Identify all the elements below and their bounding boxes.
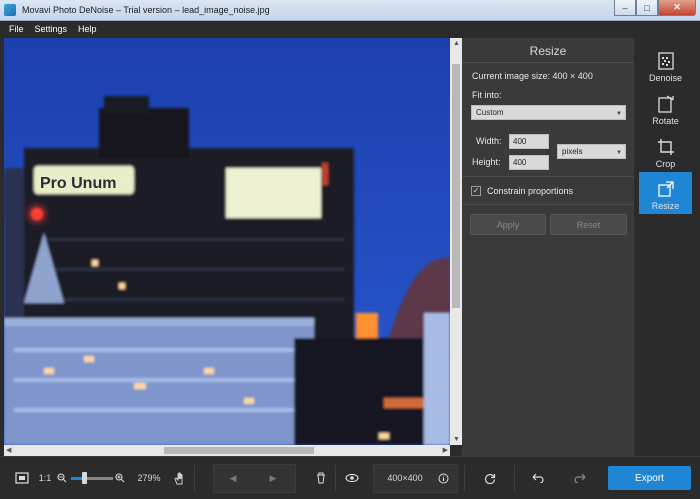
- window-title: Movavi Photo DeNoise – Trial version – l…: [22, 5, 270, 15]
- rotate-icon: [657, 95, 674, 113]
- sign-text: Pro Unum: [40, 175, 116, 192]
- refresh-icon[interactable]: [482, 470, 498, 486]
- current-size-label: Current image size: 400 × 400: [472, 71, 593, 81]
- scroll-down-icon[interactable]: ▼: [453, 436, 460, 443]
- toolbar-divider: [194, 465, 195, 492]
- tool-label: Crop: [655, 159, 676, 169]
- zoom-out-icon[interactable]: [56, 470, 68, 486]
- tool-label: Denoise: [648, 73, 683, 83]
- tool-resize[interactable]: Resize: [639, 172, 692, 214]
- chevron-down-icon: ▼: [616, 150, 622, 156]
- minimize-button[interactable]: –: [614, 0, 636, 16]
- units-select[interactable]: pixels ▼: [557, 144, 626, 159]
- redo-icon[interactable]: [572, 470, 588, 486]
- toolbar-divider: [464, 465, 465, 492]
- delete-icon[interactable]: [314, 470, 328, 486]
- reset-button[interactable]: Reset: [550, 214, 627, 235]
- denoise-icon: [657, 52, 674, 70]
- zoom-slider-thumb[interactable]: [81, 472, 87, 484]
- chevron-down-icon: ▼: [616, 111, 622, 117]
- tool-rotate[interactable]: Rotate: [639, 87, 692, 129]
- tool-label: Rotate: [652, 116, 679, 126]
- vertical-scroll-thumb[interactable]: [452, 64, 460, 308]
- menu-bar: File Settings Help: [0, 21, 700, 37]
- resize-icon: [657, 181, 674, 197]
- menu-settings[interactable]: Settings: [35, 24, 68, 34]
- info-icon[interactable]: [436, 470, 450, 486]
- toolbar-divider: [335, 465, 336, 492]
- panel-divider: [462, 204, 634, 205]
- undo-icon[interactable]: [530, 470, 546, 486]
- scroll-left-icon[interactable]: ◀: [6, 446, 11, 454]
- vertical-scrollbar[interactable]: ▲ ▼: [450, 38, 462, 445]
- tool-sidebar: Denoise Rotate Crop Resize: [634, 38, 700, 456]
- zoom-slider-track[interactable]: [71, 477, 113, 480]
- height-label: Height:: [472, 157, 501, 167]
- image-size-readout: 400×400: [387, 473, 423, 483]
- preview-eye-icon[interactable]: [342, 470, 362, 486]
- panel-divider: [462, 176, 634, 177]
- fit-into-value: Custom: [476, 108, 504, 117]
- photo-canvas: Pro Unum: [4, 38, 450, 445]
- width-label: Width:: [476, 136, 502, 146]
- fit-into-label: Fit into:: [472, 90, 502, 100]
- menu-help[interactable]: Help: [78, 24, 97, 34]
- hand-tool-icon[interactable]: [172, 470, 188, 486]
- app-icon: [4, 4, 16, 16]
- fit-into-select[interactable]: Custom ▼: [471, 105, 626, 120]
- next-image-icon[interactable]: ▶: [266, 470, 280, 486]
- tool-denoise[interactable]: Denoise: [639, 44, 692, 86]
- scroll-up-icon[interactable]: ▲: [453, 40, 460, 47]
- tool-crop[interactable]: Crop: [639, 130, 692, 172]
- crop-icon: [657, 139, 674, 155]
- panel-divider: [462, 62, 634, 63]
- zoom-actual-size-button[interactable]: 1:1: [36, 470, 54, 486]
- window-controls: – □ ✕: [614, 0, 696, 16]
- scroll-right-icon[interactable]: ▶: [443, 446, 448, 454]
- height-field[interactable]: 400: [509, 155, 549, 170]
- maximize-button[interactable]: □: [636, 0, 658, 16]
- resize-panel: Resize Current image size: 400 × 400 Fit…: [462, 38, 634, 456]
- constrain-label: Constrain proportions: [487, 186, 574, 196]
- horizontal-scrollbar[interactable]: ◀ ▶: [4, 445, 450, 456]
- fit-screen-icon: [15, 472, 29, 484]
- toolbar-divider: [514, 465, 515, 492]
- previous-image-icon[interactable]: ◀: [226, 470, 240, 486]
- horizontal-scroll-thumb[interactable]: [164, 447, 314, 454]
- menu-file[interactable]: File: [9, 24, 24, 34]
- title-bar: Movavi Photo DeNoise – Trial version – l…: [0, 0, 700, 21]
- width-field[interactable]: 400: [509, 134, 549, 149]
- zoom-percent: 279%: [137, 473, 161, 483]
- units-value: pixels: [562, 147, 583, 156]
- apply-button[interactable]: Apply: [470, 214, 546, 235]
- panel-title: Resize: [529, 44, 567, 58]
- constrain-checkbox[interactable]: ✓: [471, 186, 481, 196]
- close-button[interactable]: ✕: [658, 0, 696, 16]
- export-button[interactable]: Export: [608, 466, 691, 490]
- zoom-in-icon[interactable]: [114, 470, 126, 486]
- fit-screen-button[interactable]: [12, 470, 32, 486]
- tool-label: Resize: [651, 201, 680, 211]
- bottom-toolbar: 1:1 279% ◀ ▶ 400×400 Export: [0, 456, 700, 499]
- image-viewer[interactable]: Pro Unum: [4, 38, 450, 445]
